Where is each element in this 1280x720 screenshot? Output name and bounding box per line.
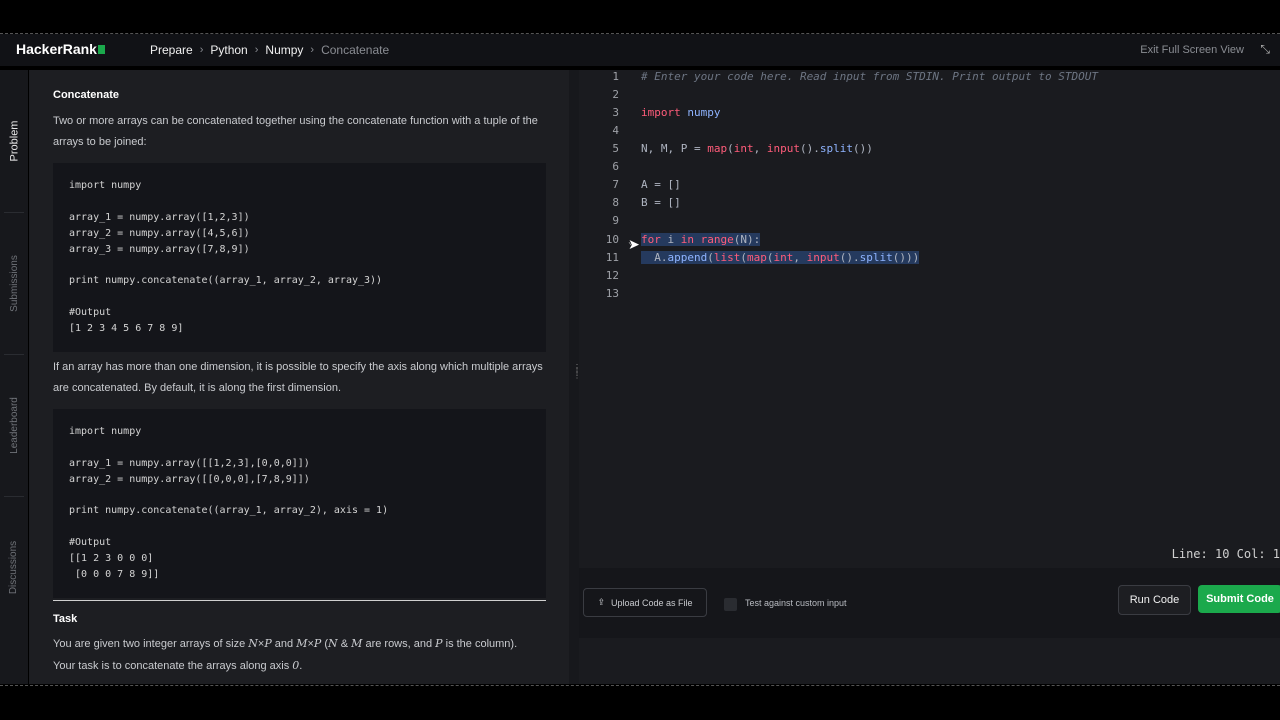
- mouse-pointer-icon: ➤: [628, 236, 640, 252]
- tab-discussions[interactable]: Discussions: [0, 496, 28, 638]
- problem-title: Concatenate: [53, 89, 120, 101]
- code-line: import numpy: [69, 180, 142, 191]
- run-code-button[interactable]: Run Code: [1118, 585, 1191, 615]
- custom-input-checkbox[interactable]: [724, 598, 737, 611]
- line-number: 4: [612, 124, 619, 137]
- line-number: 2: [612, 88, 619, 101]
- line-number: 8: [612, 196, 619, 209]
- problem-intro: Two or more arrays can be concatenated t…: [53, 115, 538, 148]
- problem-panel: Concatenate Two or more arrays can be co…: [29, 70, 569, 684]
- code-line: print numpy.concatenate((array_1, array_…: [69, 275, 383, 286]
- breadcrumb-concatenate: Concatenate: [321, 43, 390, 57]
- code-line: [0 0 0 7 8 9]]: [69, 569, 160, 580]
- tab-submissions[interactable]: Submissions: [0, 212, 28, 354]
- line-number: 3: [612, 106, 619, 119]
- line-number: 1: [612, 70, 619, 83]
- line-number: 6: [612, 160, 619, 173]
- top-navigation-bar: HackerRank Prepare › Python › Numpy › Co…: [0, 34, 1280, 66]
- code-example-1: import numpy array_1 = numpy.array([1,2,…: [53, 163, 546, 352]
- tab-problem[interactable]: Problem: [0, 70, 28, 212]
- code-line: [1 2 3 4 5 6 7 8 9]: [69, 323, 184, 334]
- upload-icon: ⇪: [597, 597, 605, 607]
- breadcrumb-python[interactable]: Python: [210, 43, 247, 57]
- code-line: # Enter your code here. Read input from …: [641, 70, 1098, 83]
- line-number: 9: [612, 214, 619, 227]
- line-number: 12: [605, 269, 619, 282]
- code-line: array_1 = numpy.array([[1,2,3],[0,0,0]]): [69, 458, 310, 469]
- line-number: 11: [605, 251, 619, 264]
- code-line: array_2 = numpy.array([4,5,6]): [69, 228, 250, 239]
- frame-bottom-border: [0, 685, 1280, 686]
- code-line: array_2 = numpy.array([[0,0,0],[7,8,9]]): [69, 474, 310, 485]
- chevron-right-icon: ›: [199, 44, 204, 56]
- cursor-position-status: Line: 10 Col: 1: [1171, 547, 1280, 561]
- panel-resize-handle[interactable]: ⋮ ⋮ ⋮: [569, 70, 581, 684]
- exit-fullscreen-icon[interactable]: ⤡: [1260, 42, 1270, 57]
- code-line-selected: for i in range(N):: [641, 233, 761, 246]
- tab-leaderboard[interactable]: Leaderboard: [0, 354, 28, 496]
- chevron-right-icon: ›: [310, 44, 315, 56]
- line-number: 10: [605, 233, 619, 246]
- code-example-2: import numpy array_1 = numpy.array([[1,2…: [53, 409, 546, 598]
- line-number: 5: [612, 142, 619, 155]
- task-description-line-2: Your task is to concatenate the arrays a…: [53, 659, 303, 672]
- side-tabs: Problem Submissions Leaderboard Discussi…: [0, 70, 28, 684]
- line-number: 7: [612, 178, 619, 191]
- code-line: print numpy.concatenate((array_1, array_…: [69, 505, 389, 516]
- upload-code-button[interactable]: ⇪ Upload Code as File: [583, 588, 707, 617]
- section-divider: [53, 600, 546, 601]
- line-number: 13: [605, 287, 619, 300]
- breadcrumb-numpy[interactable]: Numpy: [265, 43, 303, 57]
- code-line: #Output: [69, 537, 112, 548]
- code-line: [[1 2 3 0 0 0]: [69, 553, 154, 564]
- task-title: Task: [53, 613, 78, 625]
- code-line: A = []: [641, 178, 681, 191]
- custom-input-label: Test against custom input: [745, 598, 847, 608]
- code-line: N, M, P = map(int, input().split()): [641, 142, 873, 155]
- submit-code-button[interactable]: Submit Code: [1198, 585, 1280, 613]
- code-line-selected: A.append(list(map(int, input().split())): [641, 251, 920, 264]
- breadcrumb: Prepare › Python › Numpy › Concatenate: [150, 43, 389, 57]
- code-line: array_1 = numpy.array([1,2,3]): [69, 212, 250, 223]
- problem-paragraph-2: If an array has more than one dimension,…: [53, 361, 543, 394]
- breadcrumb-prepare[interactable]: Prepare: [150, 43, 193, 57]
- exit-full-screen-link[interactable]: Exit Full Screen View: [1140, 44, 1244, 56]
- output-console: [579, 638, 1280, 684]
- logo-square-icon: [97, 45, 105, 54]
- code-line: import numpy: [69, 426, 142, 437]
- code-editor[interactable]: 1 2 3 4 5 6 7 8 9 10 11 12 13 ⌄ # Enter …: [579, 70, 1280, 568]
- code-line: B = []: [641, 196, 681, 209]
- editor-actions-bar: ⇪ Upload Code as File Test against custom…: [579, 568, 1280, 638]
- code-line: import numpy: [641, 106, 721, 119]
- chevron-right-icon: ›: [254, 44, 259, 56]
- task-description-line-1: You are given two integer arrays of size…: [53, 637, 518, 650]
- code-line: array_3 = numpy.array([7,8,9]): [69, 244, 250, 255]
- code-line: #Output: [69, 307, 112, 318]
- hackerrank-logo[interactable]: HackerRank: [16, 41, 105, 57]
